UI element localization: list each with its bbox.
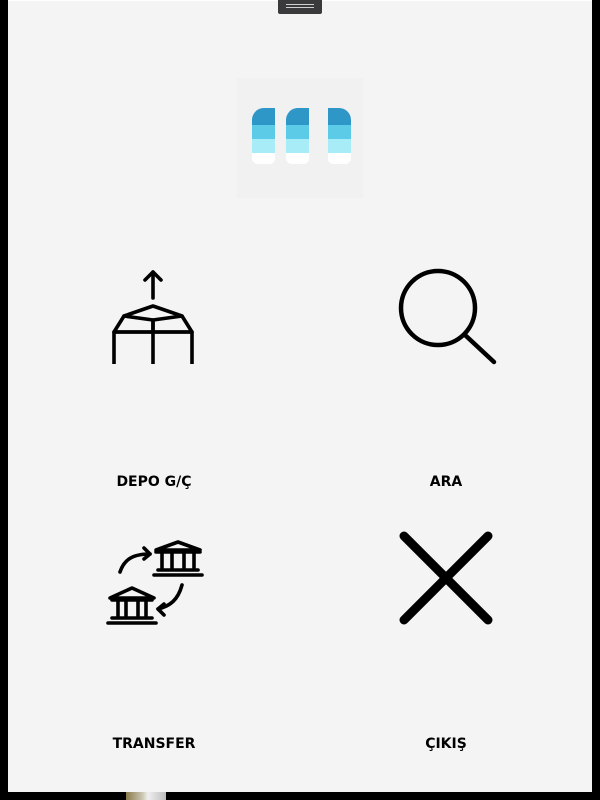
app-window: DEPO G/Ç ARA TRANSFER ÇIKIŞ xyxy=(8,0,592,792)
search-icon xyxy=(398,268,497,365)
close-icon xyxy=(399,531,493,625)
app-logo xyxy=(237,78,363,198)
background-thumbnail xyxy=(126,792,166,800)
menu-label: TRANSFER xyxy=(112,736,196,752)
bank-transfer-icon xyxy=(106,540,204,625)
menu-tile-depo[interactable]: DEPO G/Ç xyxy=(8,250,300,500)
box-upload-icon xyxy=(112,270,194,364)
logo-mark-icon xyxy=(251,108,351,164)
menu-tile-ara[interactable]: ARA xyxy=(300,250,592,500)
menu-label: DEPO G/Ç xyxy=(116,474,192,490)
drag-handle-line xyxy=(286,7,314,8)
menu-tile-transfer[interactable]: TRANSFER xyxy=(8,520,300,770)
drag-handle[interactable] xyxy=(278,0,322,14)
menu-tile-cikis[interactable]: ÇIKIŞ xyxy=(300,520,592,770)
menu-label: ÇIKIŞ xyxy=(425,736,467,752)
menu-label: ARA xyxy=(429,474,463,490)
drag-handle-line xyxy=(286,4,314,5)
